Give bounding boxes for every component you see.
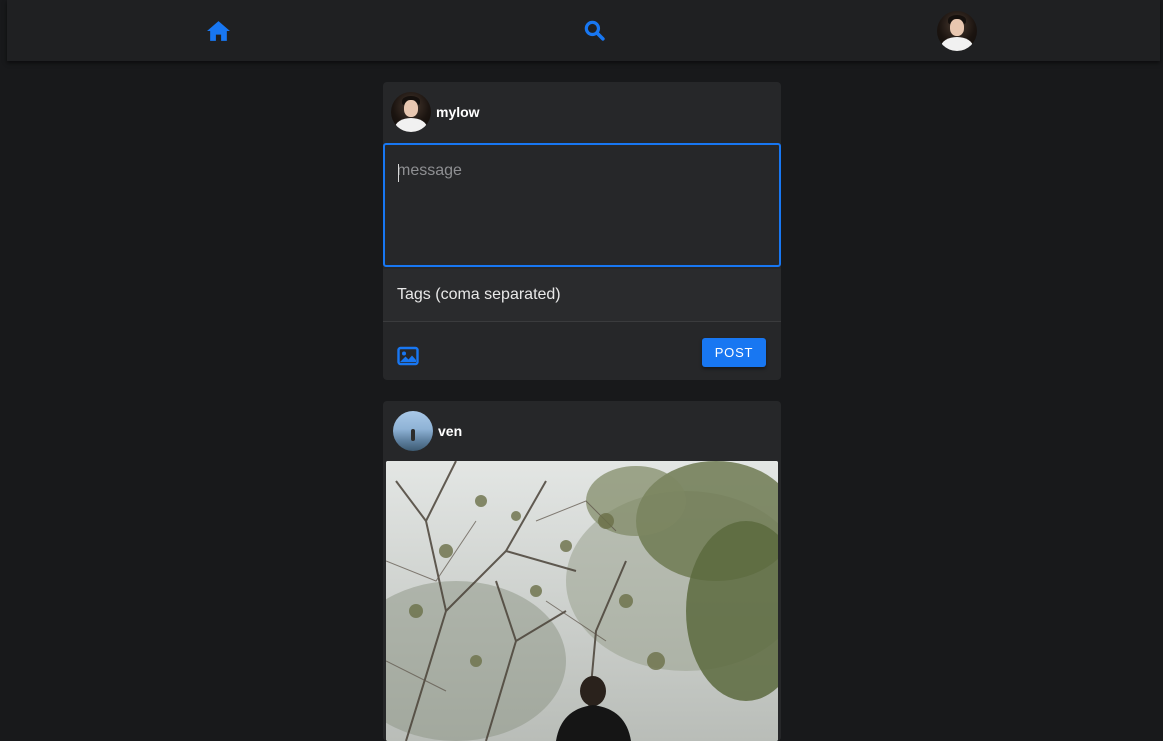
tags-field[interactable]: Tags (coma separated)	[383, 269, 781, 322]
composer-actions: POST	[383, 323, 781, 380]
post-author-avatar[interactable]	[393, 411, 433, 451]
top-navigation-bar	[7, 0, 1160, 61]
profile-avatar-button[interactable]	[935, 0, 979, 61]
user-avatar	[937, 10, 977, 51]
text-caret	[398, 164, 399, 182]
post-photo	[386, 461, 778, 741]
add-image-button[interactable]	[397, 346, 419, 366]
home-icon	[206, 20, 230, 41]
search-icon	[584, 20, 605, 41]
message-field[interactable]	[383, 143, 781, 267]
home-button[interactable]	[197, 0, 239, 61]
tags-label: Tags (coma separated)	[397, 286, 561, 303]
composer-username: mylow	[436, 104, 480, 120]
message-input[interactable]	[385, 145, 779, 265]
post-header: ven	[383, 401, 781, 461]
search-button[interactable]	[573, 0, 615, 61]
feed-post: ven	[383, 401, 781, 741]
post-button[interactable]: POST	[702, 338, 766, 367]
composer-header: mylow	[383, 82, 781, 142]
composer-avatar	[391, 92, 431, 132]
new-post-composer: mylow Tags (coma separated) POST	[383, 82, 781, 380]
post-image[interactable]	[386, 461, 778, 741]
image-icon	[397, 346, 419, 366]
post-author-username[interactable]: ven	[438, 423, 462, 439]
